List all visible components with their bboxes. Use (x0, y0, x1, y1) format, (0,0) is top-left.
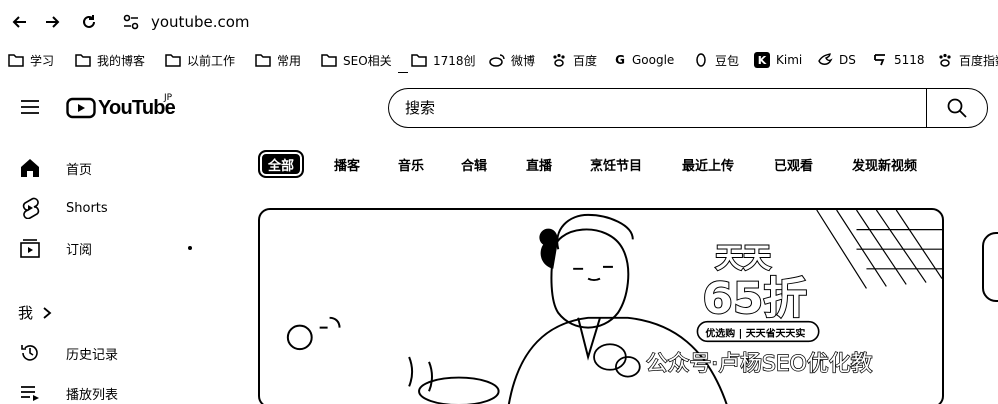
bookmark-label: 我的博客 (97, 53, 146, 68)
history-icon (18, 341, 42, 365)
bookmark-link[interactable]: 5118 (872, 50, 925, 70)
search-input[interactable] (389, 89, 926, 127)
bookmark-link[interactable]: G Google (614, 50, 674, 70)
folder-icon (165, 52, 181, 68)
shorts-icon (18, 196, 42, 220)
country-code: JP (164, 93, 173, 103)
bookmark-label: 学习 (30, 53, 55, 68)
promo-tag: 优选购 | 天天省天天实 (705, 326, 805, 339)
folder-icon (255, 52, 271, 68)
menu-icon[interactable] (19, 96, 41, 118)
baidu-paw-icon (551, 52, 567, 68)
google-icon: G (615, 53, 625, 67)
bookmarks-divider (398, 72, 408, 76)
bookmark-link[interactable]: DS (817, 50, 856, 70)
sidebar-item-label: 播放列表 (66, 387, 119, 403)
site-settings-icon[interactable] (121, 12, 141, 32)
kimi-icon: K (754, 52, 770, 68)
sidebar-item-playlists[interactable]: 播放列表 (18, 381, 118, 404)
chip-new-to-you[interactable]: 发现新视频 (852, 150, 917, 178)
bookmark-folder[interactable]: 1718创 (411, 50, 476, 70)
chip-music[interactable]: 音乐 (398, 150, 424, 178)
sidebar-section-me[interactable]: 我 (18, 302, 53, 323)
address-bar[interactable]: youtube.com (151, 12, 250, 32)
chip-podcasts[interactable]: 播客 (334, 150, 360, 178)
sidebar-item-shorts[interactable]: Shorts (18, 196, 108, 220)
sidebar-item-label: 首页 (66, 162, 93, 178)
bookmark-label: SEO相关 (343, 53, 392, 68)
bookmark-folder[interactable]: 以前工作 (165, 50, 235, 70)
chip-recently-uploaded[interactable]: 最近上传 (682, 150, 734, 178)
youtube-play-icon (66, 97, 96, 119)
sidebar-item-label: Shorts (66, 200, 108, 216)
folder-icon (411, 52, 427, 68)
forward-arrow-icon[interactable] (40, 10, 64, 34)
youtube-logo[interactable]: YouTube JP (66, 93, 176, 122)
sidebar-item-label: 历史记录 (66, 347, 119, 363)
bookmark-label: 百度指数 (959, 53, 998, 68)
bookmark-label: 微博 (511, 53, 536, 68)
bookmark-label: 以前工作 (187, 53, 236, 68)
chevron-right-icon (43, 306, 52, 319)
chip-watched[interactable]: 已观看 (774, 150, 813, 178)
sidebar-item-subscriptions[interactable]: 订阅 (18, 236, 92, 260)
sidebar-item-home[interactable]: 首页 (18, 156, 92, 180)
bookmark-label: Google (632, 53, 675, 67)
section-title: 我 (18, 304, 34, 322)
bookmarks-bar: 学习 我的博客 以前工作 常用 SEO相关 1718创 微博 百度 G Goog… (0, 46, 998, 72)
folder-icon (75, 52, 91, 68)
home-icon (18, 156, 42, 180)
5118-icon (872, 52, 888, 68)
search-box (388, 88, 926, 128)
bookmark-folder[interactable]: 学习 (8, 50, 54, 70)
chip-all[interactable]: 全部 (258, 150, 305, 178)
chip-mixes[interactable]: 合辑 (461, 150, 487, 178)
folder-icon (8, 52, 24, 68)
bookmark-folder[interactable]: SEO相关 (321, 50, 392, 70)
bookmark-link[interactable]: 豆包 (693, 50, 739, 70)
promo-badge-line1: 天天 (715, 241, 771, 274)
new-content-dot (188, 246, 192, 250)
wechat-icon (593, 343, 641, 378)
bookmark-label: 1718创 (433, 53, 476, 68)
next-video-thumbnail[interactable] (982, 232, 998, 302)
bookmark-link[interactable]: 百度 (551, 50, 597, 70)
bookmark-link[interactable]: 微博 (489, 50, 535, 70)
bookmark-label: DS (839, 53, 856, 67)
playlist-icon (18, 381, 42, 404)
promo-badge-line2: 65折 (702, 274, 807, 324)
chip-cooking-shows[interactable]: 烹饪节目 (590, 150, 642, 178)
bookmark-label: 常用 (277, 53, 302, 68)
bookmark-folder[interactable]: 我的博客 (75, 50, 145, 70)
bookmark-label: 豆包 (715, 53, 740, 68)
search-button[interactable] (926, 88, 988, 128)
search-icon (947, 98, 967, 118)
bookmark-label: 百度 (573, 53, 598, 68)
video-thumbnail[interactable]: 天天 65折 优选购 | 天天省天天实 公众号·卢杨SEO优化教 (258, 208, 944, 404)
baidu-paw-icon (937, 52, 953, 68)
bookmark-link[interactable]: 百度指数 (937, 50, 998, 70)
back-arrow-icon[interactable] (8, 10, 32, 34)
weibo-icon (489, 52, 505, 68)
browser-toolbar: youtube.com (0, 0, 998, 44)
chip-live[interactable]: 直播 (526, 150, 552, 178)
subscriptions-icon (18, 236, 42, 260)
reload-icon[interactable] (77, 10, 101, 34)
bookmark-label: 5118 (894, 53, 925, 67)
folder-icon (321, 52, 337, 68)
deepseek-icon (817, 52, 833, 68)
sidebar-item-label: 订阅 (66, 242, 93, 258)
bookmark-label: Kimi (776, 53, 803, 67)
doubao-icon (693, 52, 709, 68)
bookmark-folder[interactable]: 常用 (255, 50, 301, 70)
sidebar-item-history[interactable]: 历史记录 (18, 341, 118, 365)
bookmark-link[interactable]: K Kimi (754, 50, 802, 70)
watermark-text: 公众号·卢杨SEO优化教 (646, 352, 873, 377)
